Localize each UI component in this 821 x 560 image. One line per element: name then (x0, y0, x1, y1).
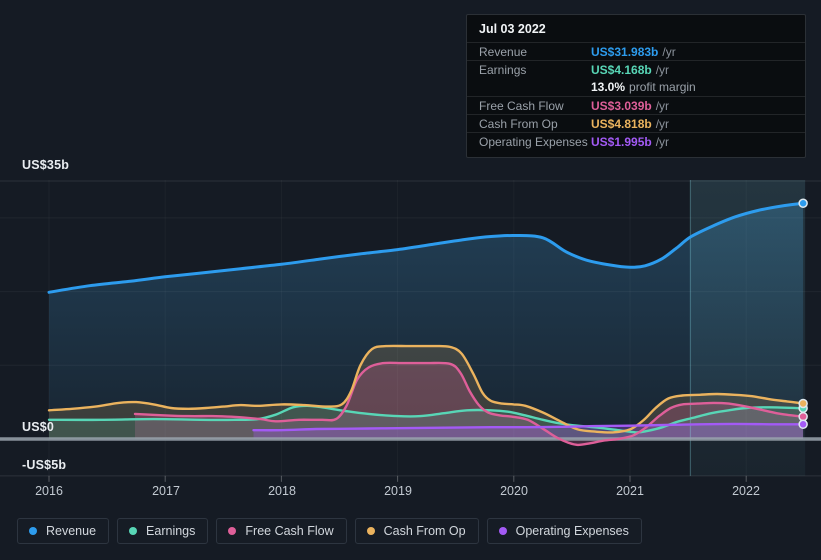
tooltip-label: Revenue (479, 44, 528, 59)
highlight-band (690, 180, 806, 476)
x-axis-label-2016: 2016 (35, 484, 63, 498)
legend-item-earnings[interactable]: Earnings (117, 518, 209, 544)
y-axis-label-35b: US$35b (22, 158, 70, 172)
fcf-endpoint-marker[interactable] (798, 411, 808, 422)
tooltip-row-profit-margin: 13.0% profit margin (467, 78, 805, 96)
x-axis-label-2019: 2019 (384, 484, 412, 498)
tooltip-date: Jul 03 2022 (479, 22, 546, 36)
tooltip-row-revenue: Revenue US$31.983b/yr (467, 42, 805, 60)
legend-label: Revenue (46, 524, 97, 538)
x-axis-label-2021: 2021 (616, 484, 644, 498)
revenue-dot-icon (29, 527, 37, 535)
profit-margin-value: 13.0% (591, 80, 626, 94)
legend-label: Operating Expenses (515, 524, 629, 538)
operating-expenses-dot-icon (498, 527, 507, 535)
chart-legend: Revenue Earnings Free Cash Flow Cash Fro… (17, 518, 642, 544)
tooltip-value: US$31.983b (591, 44, 659, 59)
x-axis-label-2020: 2020 (500, 484, 528, 498)
legend-label: Free Cash Flow (245, 524, 334, 538)
y-axis-label-neg5b: -US$5b (22, 458, 67, 472)
legend-item-operating-expenses[interactable]: Operating Expenses (486, 518, 642, 544)
y-axis-label-0: US$0 (22, 420, 55, 434)
tooltip-unit: /yr (662, 44, 676, 59)
x-axis-label-2017: 2017 (152, 484, 180, 498)
legend-label: Cash From Op (383, 524, 466, 538)
tooltip-value: US$1.995b (591, 134, 652, 149)
tooltip-unit: /yr (655, 98, 670, 113)
profit-margin-label: profit margin (629, 80, 696, 94)
legend-label: Earnings (146, 524, 196, 538)
earnings-dot-icon (129, 527, 138, 535)
x-axis-label-2018: 2018 (268, 484, 296, 498)
tooltip-unit: /yr (655, 134, 670, 149)
x-axis-label-2022: 2022 (732, 484, 760, 498)
tooltip-value: US$4.818b (591, 116, 652, 131)
tooltip-row-operating-expenses: Operating Expenses US$1.995b/yr (467, 132, 805, 150)
tooltip-label: Earnings (479, 62, 527, 77)
tooltip-row-cash-from-op: Cash From Op US$4.818b/yr (467, 114, 805, 132)
legend-item-revenue[interactable]: Revenue (17, 518, 110, 544)
cash-from-op-dot-icon (366, 527, 375, 535)
chart-tooltip: Jul 03 2022 Revenue US$31.983b/yr Earnin… (466, 14, 806, 158)
free-cash-flow-dot-icon (228, 527, 237, 535)
tooltip-value: US$4.168b (591, 62, 652, 77)
tooltip-value: US$3.039b (591, 98, 652, 113)
cashop-endpoint-marker[interactable] (798, 398, 808, 409)
opex-endpoint-marker[interactable] (798, 419, 808, 430)
tooltip-label: Cash From Op (479, 116, 558, 131)
legend-item-free-cash-flow[interactable]: Free Cash Flow (216, 518, 347, 544)
tooltip-label: Operating Expenses (479, 134, 588, 149)
earnings-revenue-history-chart: US$35b US$0 -US$5b 2016 2017 2018 2019 2… (0, 0, 821, 560)
tooltip-row-earnings: Earnings US$4.168b/yr (467, 60, 805, 78)
legend-item-cash-from-op[interactable]: Cash From Op (354, 518, 479, 544)
tooltip-unit: /yr (655, 116, 670, 131)
tooltip-unit: /yr (655, 62, 670, 77)
revenue-endpoint-marker[interactable] (798, 198, 808, 208)
tooltip-label: Free Cash Flow (479, 98, 564, 113)
tooltip-row-free-cash-flow: Free Cash Flow US$3.039b/yr (467, 96, 805, 114)
